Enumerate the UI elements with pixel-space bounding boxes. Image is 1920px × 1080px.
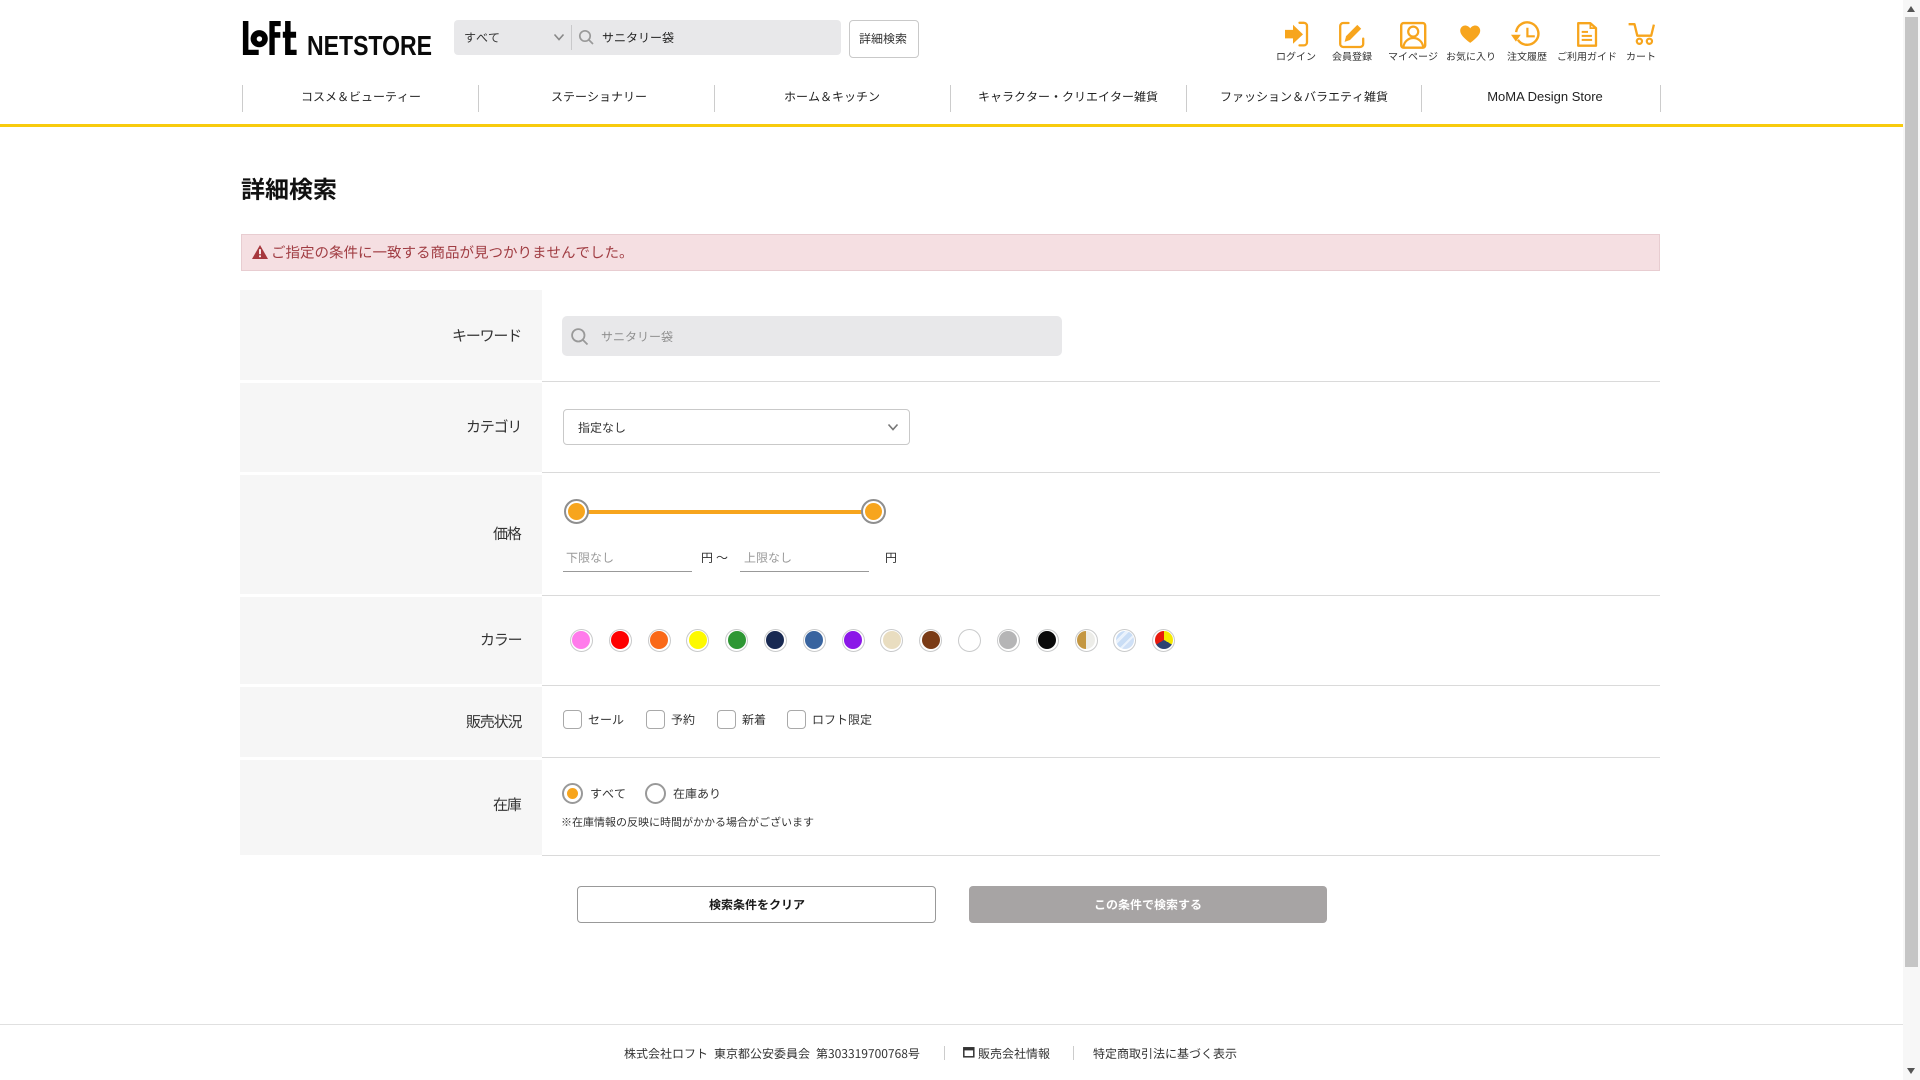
svg-text:NETSTORE: NETSTORE [307, 30, 432, 61]
